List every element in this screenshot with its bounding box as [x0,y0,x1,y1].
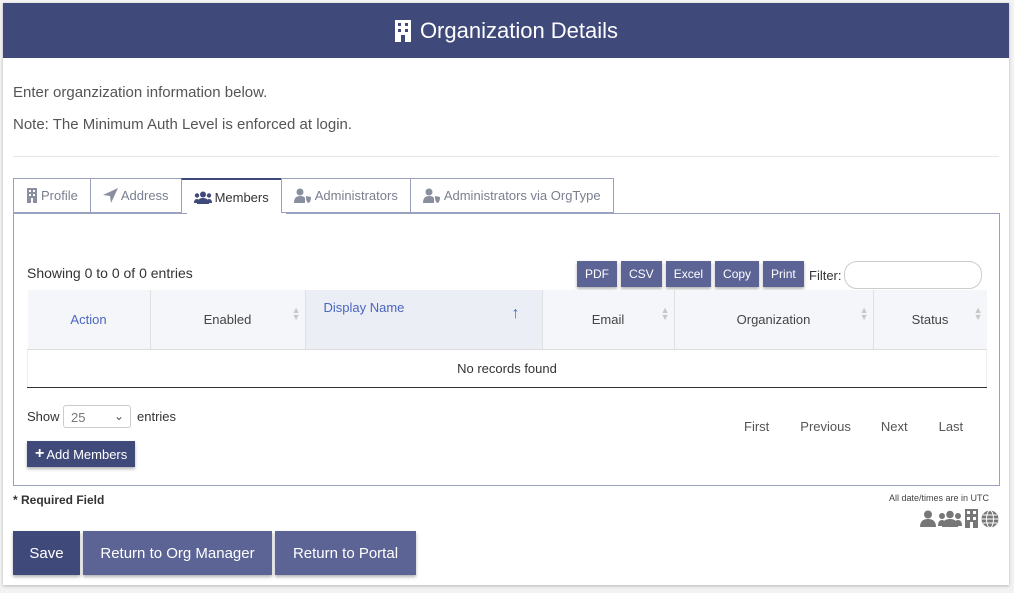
print-button[interactable]: Print [763,261,804,287]
tab-administrators-via-orgtype[interactable]: Administrators via OrgType [409,178,614,213]
showing-info: Showing 0 to 0 of 0 entries [27,265,193,281]
user-shield-icon [293,188,311,203]
add-members-button[interactable]: + Add Members [27,441,136,467]
export-buttons: PDF CSV Excel Copy Print [577,261,804,287]
tab-label: Administrators via OrgType [443,188,601,203]
utc-note: All date/times are in UTC [888,493,989,503]
excel-button[interactable]: Excel [665,261,712,287]
empty-message: No records found [27,349,987,388]
return-to-org-manager-button[interactable]: Return to Org Manager [83,531,272,575]
pager-first[interactable]: First [744,419,769,434]
pdf-button[interactable]: PDF [577,261,617,287]
copy-button[interactable]: Copy [715,261,760,287]
save-button[interactable]: Save [13,531,80,575]
members-panel: Showing 0 to 0 of 0 entries PDF CSV Exce… [13,213,1000,486]
return-to-portal-button[interactable]: Return to Portal [275,531,416,575]
column-header-enabled[interactable]: Enabled ▲ ▼ [150,290,306,350]
user-icon[interactable] [920,510,936,527]
pager-last[interactable]: Last [939,419,964,434]
org-details-card: Organization Details Enter organzization… [3,3,1009,585]
column-header-action[interactable]: Action [27,290,151,350]
building-icon [394,19,411,42]
page-size-value: 25 [71,410,86,425]
page-size-select[interactable]: 25 ⌄ [63,405,131,428]
column-header-email[interactable]: Email ▲ ▼ [542,290,675,350]
table-row: No records found [27,349,987,388]
sort-icon: ▲ ▼ [973,305,983,322]
column-header-organization[interactable]: Organization ▲ ▼ [674,290,874,350]
tab-members[interactable]: Members [180,178,281,214]
filter-input[interactable] [844,261,982,289]
footer-icons [920,509,999,528]
globe-icon[interactable] [981,509,999,528]
members-table: Action Enabled ▲ ▼ Display Name ↑ Email ▲ ▼ O… [27,290,987,388]
users-icon[interactable] [938,510,962,527]
tab-label: Address [120,188,169,203]
pager-next[interactable]: Next [881,419,908,434]
divider [13,156,999,157]
column-header-status[interactable]: Status ▲ ▼ [873,290,987,350]
chevron-down-icon: ⌄ [113,409,124,423]
csv-button[interactable]: CSV [621,261,662,287]
tab-label: Administrators [314,188,398,203]
building-icon[interactable] [964,509,979,528]
location-arrow-icon [102,188,118,203]
show-label: Show [27,409,60,424]
intro-line-1: Enter organzization information below. [13,84,268,101]
tab-address[interactable]: Address [89,178,181,213]
sort-icon: ▲ ▼ [291,305,301,322]
page-title: Organization Details [419,17,619,43]
intro-text: Enter organzization information below. N… [13,77,352,141]
plus-icon: + [35,445,45,462]
column-header-display-name[interactable]: Display Name ↑ [305,290,543,350]
tab-administrators[interactable]: Administrators [280,178,410,213]
sort-icon: ▲ ▼ [859,305,869,322]
pagination: First Previous Next Last [744,419,994,434]
page-header: Organization Details [3,3,1009,58]
tab-bar: Profile Address Members Administrators A… [13,178,614,214]
required-field-note: * Required Field [13,493,105,507]
user-shield-icon [422,188,440,203]
sort-icon: ▲ ▼ [660,305,670,322]
tab-label: Members [214,189,269,205]
pager-previous[interactable]: Previous [800,419,851,434]
intro-line-2: Note: The Minimum Auth Level is enforced… [13,116,353,133]
add-members-label: Add Members [46,446,128,462]
building-icon [27,188,37,203]
tab-profile[interactable]: Profile [13,178,90,213]
entries-label: entries [137,409,177,424]
sort-ascending-icon: ↑ [511,305,520,322]
users-icon [193,191,212,204]
filter-label: Filter: [809,268,842,283]
tab-label: Profile [41,188,78,203]
